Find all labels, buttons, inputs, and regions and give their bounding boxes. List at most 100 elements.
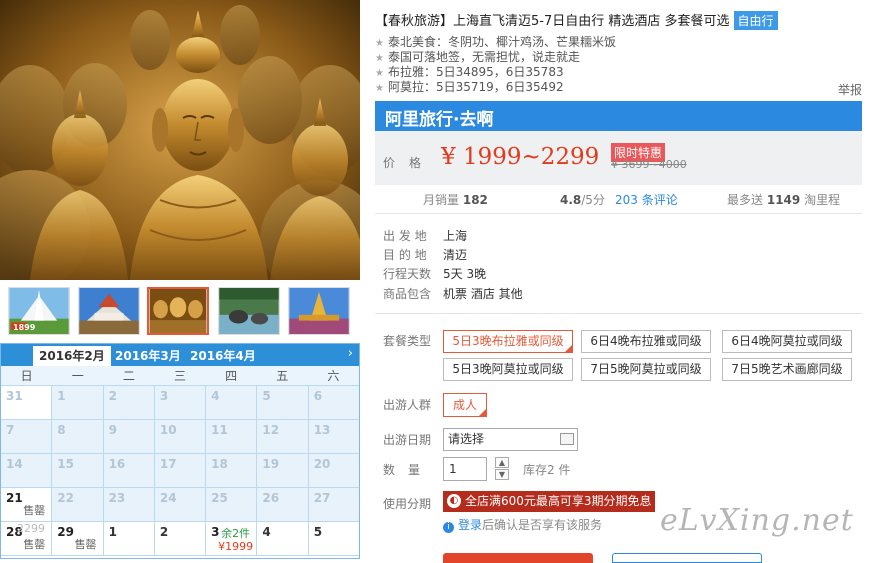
- day-number: 31: [6, 389, 23, 403]
- calendar-day-sold-out: 29 售罄: [52, 522, 104, 556]
- calendar-day: 20: [308, 454, 359, 488]
- thumb-white-temple[interactable]: 1899: [8, 287, 70, 335]
- tab-month-mar[interactable]: 2016年3月: [109, 346, 187, 366]
- day-number: 25: [211, 491, 228, 505]
- info-label: 目 的 地: [383, 248, 427, 262]
- day-number: 29: [57, 525, 74, 539]
- package-option[interactable]: 7日5晚艺术画廊同级: [722, 358, 852, 381]
- rating-suffix: /5分: [581, 193, 605, 207]
- calendar-day: 31: [1, 386, 53, 420]
- calendar-day: 27: [308, 488, 359, 522]
- calendar-day: 24: [154, 488, 207, 522]
- calendar-day: 7: [1, 420, 53, 454]
- calendar-day: 12: [257, 420, 309, 454]
- package-option-label: 7日5晚阿莫拉或同级: [590, 362, 702, 376]
- day-number: 1: [108, 525, 117, 539]
- travel-date-placeholder: 请选择: [448, 432, 485, 446]
- original-price: ¥ 3699~4000: [611, 158, 687, 171]
- info-value: 清迈: [443, 248, 468, 262]
- arrow-up-icon[interactable]: ▲: [495, 457, 509, 468]
- login-note: i 登录后确认是否享有该服务: [443, 516, 602, 533]
- login-link[interactable]: 登录: [458, 518, 482, 532]
- price-range: ¥ 1999~2299: [441, 144, 600, 170]
- star-icon: ★: [375, 83, 384, 94]
- calendar-day: 2: [154, 522, 207, 556]
- quantity-input[interactable]: 1: [443, 457, 487, 481]
- golden-buddhas-image: [149, 289, 207, 333]
- weekday-mon: 一: [71, 369, 84, 383]
- site-watermark: eLvXing.net: [660, 503, 854, 538]
- login-note-text: 后确认是否享有该服务: [482, 518, 603, 532]
- calendar-day: 10: [154, 420, 207, 454]
- thumb-golden-pagoda[interactable]: [288, 287, 350, 335]
- tab-month-feb[interactable]: 2016年2月: [33, 346, 111, 366]
- feature-item: ★ 泰国可落地签，无需担忧，说走就走: [375, 50, 865, 65]
- calendar-icon[interactable]: [560, 433, 574, 445]
- calendar-week: 31 1 2 3 4 5 6: [1, 386, 359, 420]
- installment-promo-banner[interactable]: ◐ 全店满600元最高可享3期分期免息: [443, 491, 655, 512]
- rating-value: 4.8: [560, 193, 582, 207]
- golden-pagoda-image: [289, 288, 349, 334]
- calendar-day: 15: [52, 454, 104, 488]
- calendar-day: 4: [257, 522, 309, 556]
- package-option[interactable]: 6日4晚阿莫拉或同级: [722, 330, 852, 353]
- arrow-down-icon[interactable]: ▼: [495, 469, 509, 480]
- calendar-day-sold-out: 21 售罄: [1, 488, 53, 522]
- calendar-day: 13: [308, 420, 359, 454]
- day-number: 4: [262, 525, 271, 539]
- calendar-day: 14: [1, 454, 53, 488]
- day-number: 17: [159, 457, 177, 471]
- reviews-link[interactable]: 203 条评论: [615, 191, 678, 208]
- travel-date-picker[interactable]: 请选择: [443, 428, 578, 451]
- thumb-marble-temple[interactable]: [78, 287, 140, 335]
- day-number: 18: [211, 457, 228, 471]
- day-number: 14: [6, 457, 23, 471]
- package-type-label: 套餐类型: [383, 334, 432, 348]
- reviews-link-text[interactable]: 203 条评论: [615, 193, 678, 207]
- feature-text: 泰北美食：冬阴功、椰汁鸡汤、芒果糯米饭: [387, 35, 616, 49]
- package-option[interactable]: 6日4晚布拉雅或同级: [581, 330, 711, 353]
- calendar-day-available[interactable]: 3 余2件 ¥1999: [206, 522, 258, 556]
- free-travel-badge: 自由行: [733, 11, 778, 30]
- chevron-right-icon[interactable]: ›: [348, 346, 353, 361]
- thumbnail-strip: 1899: [0, 283, 360, 340]
- info-icon: i: [443, 522, 454, 533]
- add-to-cart-button[interactable]: [612, 553, 762, 563]
- product-title: 【春秋旅游】上海直飞清迈5-7日自由行 精选酒店 多套餐可选 自由行: [375, 10, 778, 30]
- calendar-day: 26: [257, 488, 309, 522]
- thumb-golden-buddhas[interactable]: [147, 287, 209, 335]
- day-number: 11: [211, 423, 228, 437]
- package-option-label: 5日3晚阿莫拉或同级: [452, 362, 564, 376]
- sold-out-label: 售罄: [23, 538, 46, 551]
- buddha-photo-illustration: [0, 0, 360, 280]
- main-photo-buddha-statues[interactable]: [0, 0, 360, 280]
- traveler-type-label: 出游人群: [383, 398, 432, 412]
- day-number: 2: [159, 525, 169, 539]
- calendar-day: 11: [206, 420, 258, 454]
- tab-month-apr[interactable]: 2016年4月: [184, 346, 262, 366]
- calendar-week: 28 2299 售罄 29 售罄 1 2 3 余2件 ¥1999 4 5: [1, 522, 359, 556]
- report-link[interactable]: 举报: [838, 81, 862, 98]
- sold-out-label: 售罄: [23, 504, 46, 517]
- package-option[interactable]: 7日5晚阿莫拉或同级: [581, 358, 711, 381]
- package-option-selected[interactable]: 5日3晚布拉雅或同级: [443, 330, 573, 353]
- weekday-sun: 日: [20, 369, 33, 383]
- thumb-elephants[interactable]: [218, 287, 280, 335]
- day-price: ¥1999: [218, 540, 254, 553]
- monthly-sales-label: 月销量: [423, 193, 460, 207]
- divider: [375, 313, 862, 314]
- divider: [375, 213, 862, 214]
- miles-value: 1149: [766, 193, 801, 207]
- gallery-column: 1899 2016年2月 2016年3月 2016年4月 › 日 一 二 三 四…: [0, 0, 360, 559]
- traveler-adult-option[interactable]: 成人: [443, 393, 487, 417]
- calendar-grid: 31 1 2 3 4 5 6 7 8 9 10 11 12 13 14 15 1…: [1, 386, 359, 556]
- calendar-day-sold-out: 28 2299 售罄: [1, 522, 53, 556]
- calendar-week: 7 8 9 10 11 12 13: [1, 420, 359, 454]
- package-option-label: 6日4晚阿莫拉或同级: [731, 334, 843, 348]
- info-label: 出 发 地: [383, 229, 427, 243]
- buy-now-button[interactable]: [443, 553, 593, 563]
- selected-corner-icon: [479, 409, 486, 416]
- package-option[interactable]: 5日3晚阿莫拉或同级: [443, 358, 573, 381]
- day-number: 5: [313, 525, 323, 539]
- feature-text: 布拉雅：5日34895，6日35783: [387, 65, 564, 79]
